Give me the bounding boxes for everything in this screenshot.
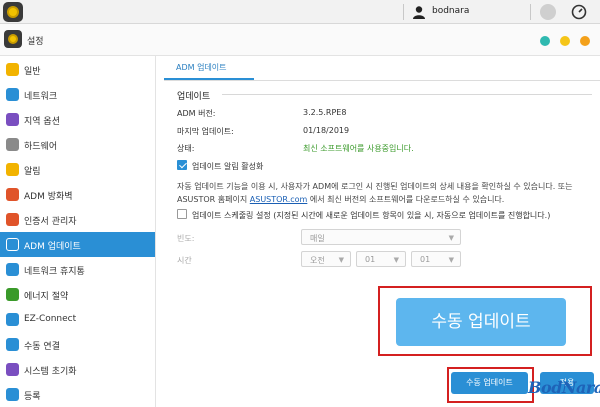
- watermark-logo: BodNara: [528, 378, 600, 397]
- system-bar: bodnara: [0, 0, 600, 24]
- sidebar-item-label: 일반: [24, 67, 41, 77]
- gear-icon: [8, 34, 18, 44]
- sidebar-item[interactable]: EZ-Connect: [0, 307, 155, 332]
- firewall-icon: [6, 188, 19, 201]
- settings-sidebar: 일반네트워크지역 옵션하드웨어알림 ADM 방화벽인증서 관리자 ADM 업데이트네…: [0, 56, 156, 407]
- sidebar-item-label: 네트워크 휴지통: [24, 267, 85, 277]
- sidebar-item[interactable]: 지역 옵션: [0, 107, 155, 132]
- region-icon: [6, 113, 19, 126]
- user-icon[interactable]: [412, 5, 426, 19]
- schedule-checkbox-label[interactable]: 업데이트 스케줄링 설정 (지정된 시간에 새로운 업데이트 항목이 있을 시,…: [192, 210, 550, 221]
- frequency-label: 빈도:: [177, 234, 195, 243]
- notify-checkbox-label[interactable]: 업데이트 알림 활성화: [192, 161, 263, 172]
- sidebar-item[interactable]: 시스템 초기화: [0, 357, 155, 382]
- tab-adm-update[interactable]: ADM 업데이트: [176, 62, 227, 73]
- reset-icon: [6, 363, 19, 376]
- username[interactable]: bodnara: [432, 6, 469, 16]
- divider: [403, 4, 404, 20]
- sidebar-item-label: 수동 연결: [24, 342, 60, 352]
- settings-app-button[interactable]: [3, 2, 23, 22]
- ampm-select[interactable]: 오전 ▼: [301, 251, 351, 267]
- gear-icon: [7, 6, 19, 18]
- globe-icon: [6, 88, 19, 101]
- sidebar-item-label: 시스템 초기화: [24, 367, 77, 377]
- sidebar-item[interactable]: ADM 업데이트: [0, 232, 155, 257]
- gear-icon: [6, 63, 19, 76]
- sidebar-item[interactable]: 네트워크 휴지통: [0, 257, 155, 282]
- hour-value: 01: [365, 255, 376, 264]
- divider: [530, 4, 531, 20]
- last-update-label: 마지막 업데이트:: [177, 127, 234, 136]
- sidebar-item-label: ADM 업데이트: [24, 242, 81, 252]
- sidebar-item[interactable]: 수동 연결: [0, 332, 155, 357]
- manual-connect-icon: [6, 338, 19, 351]
- sidebar-item-label: 에너지 절약: [24, 292, 69, 302]
- sidebar-item[interactable]: 에너지 절약: [0, 282, 155, 307]
- minute-select[interactable]: 01 ▼: [411, 251, 461, 267]
- tab-bar: ADM 업데이트: [164, 56, 600, 81]
- sidebar-item-label: 알림: [24, 167, 41, 177]
- notification-icon[interactable]: [540, 4, 556, 20]
- window-title: 설정: [27, 37, 44, 47]
- frequency-value: 매일: [310, 234, 325, 243]
- schedule-checkbox[interactable]: [177, 209, 187, 219]
- alert-icon: [6, 163, 19, 176]
- minute-value: 01: [420, 255, 431, 264]
- sidebar-item-label: 지역 옵션: [24, 117, 60, 127]
- sidebar-item[interactable]: 인증서 관리자: [0, 207, 155, 232]
- update-description: 자동 업데이트 기능을 이용 시, 사용자가 ADM에 로그인 시 진행된 업데…: [177, 180, 597, 206]
- sidebar-item-label: ADM 방화벽: [24, 192, 73, 202]
- sidebar-item[interactable]: 일반: [0, 57, 155, 82]
- chevron-down-icon: ▼: [448, 256, 454, 264]
- window-close-dot[interactable]: [580, 36, 590, 46]
- chevron-down-icon: ▼: [448, 234, 454, 242]
- adm-version-value: 3.2.5.RPE8: [303, 108, 347, 117]
- settings-window-icon: [4, 30, 22, 48]
- window-minimize-dot[interactable]: [560, 36, 570, 46]
- sidebar-item-label: 등록: [24, 392, 41, 402]
- frequency-select[interactable]: 매일 ▼: [301, 229, 461, 245]
- description-line-2: ASUSTOR 홈페이지 ASUSTOR.com 에서 최신 버전의 소프트웨어…: [177, 193, 597, 206]
- window-titlebar: 설정: [0, 24, 600, 56]
- last-update-value: 01/18/2019: [303, 126, 350, 135]
- section-title: 업데이트: [177, 92, 211, 102]
- status-label: 상태:: [177, 144, 195, 153]
- recycle-icon: [6, 263, 19, 276]
- hour-select[interactable]: 01 ▼: [356, 251, 406, 267]
- ezconnect-icon: [6, 313, 19, 326]
- sidebar-item[interactable]: ADM 방화벽: [0, 182, 155, 207]
- ampm-value: 오전: [310, 256, 325, 265]
- sidebar-item[interactable]: 등록: [0, 382, 155, 407]
- hardware-icon: [6, 138, 19, 151]
- window-restore-dot[interactable]: [540, 36, 550, 46]
- chevron-down-icon: ▼: [338, 256, 344, 264]
- tab-underline: [164, 78, 254, 80]
- sidebar-item-label: 네트워크: [24, 92, 58, 102]
- update-icon: [6, 238, 19, 251]
- sidebar-item[interactable]: 네트워크: [0, 82, 155, 107]
- dashboard-icon[interactable]: [571, 4, 587, 20]
- sidebar-item[interactable]: 하드웨어: [0, 132, 155, 157]
- description-text: 에서 최신 버전의 소프트웨어를 다운로드하실 수 있습니다.: [307, 195, 505, 204]
- adm-version-label: ADM 버전:: [177, 109, 216, 118]
- chevron-down-icon: ▼: [393, 256, 399, 264]
- status-value: 최신 소프트웨어를 사용중입니다.: [303, 144, 414, 153]
- description-text: ASUSTOR 홈페이지: [177, 195, 250, 204]
- register-icon: [6, 388, 19, 401]
- time-label: 시간: [177, 256, 192, 265]
- leaf-icon: [6, 288, 19, 301]
- notify-checkbox[interactable]: [177, 160, 187, 170]
- sidebar-item-label: 인증서 관리자: [24, 217, 77, 227]
- certificate-icon: [6, 213, 19, 226]
- description-line-1: 자동 업데이트 기능을 이용 시, 사용자가 ADM에 로그인 시 진행된 업데…: [177, 182, 573, 191]
- sidebar-item-label: EZ-Connect: [24, 314, 77, 324]
- sidebar-item-label: 하드웨어: [24, 142, 58, 152]
- section-divider: [222, 94, 592, 95]
- manual-update-button[interactable]: 수동 업데이트: [451, 372, 528, 394]
- manual-update-button-zoomed[interactable]: 수동 업데이트: [396, 298, 566, 346]
- sidebar-item[interactable]: 알림: [0, 157, 155, 182]
- asustor-link[interactable]: ASUSTOR.com: [250, 195, 308, 204]
